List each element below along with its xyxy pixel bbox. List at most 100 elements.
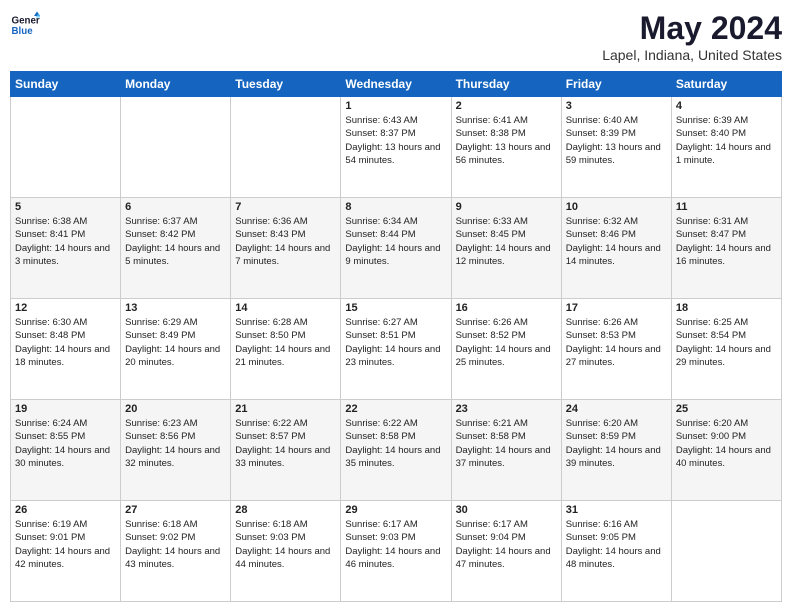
cell-content: Sunrise: 6:43 AMSunset: 8:37 PMDaylight:… [345,114,446,167]
cell-content: Sunrise: 6:29 AMSunset: 8:49 PMDaylight:… [125,316,226,369]
month-title: May 2024 [602,10,782,47]
logo-icon: General Blue [10,10,40,40]
calendar-cell: 31 Sunrise: 6:16 AMSunset: 9:05 PMDayligh… [561,501,671,602]
day-number: 21 [235,403,336,415]
day-number: 24 [566,403,667,415]
cell-content: Sunrise: 6:19 AMSunset: 9:01 PMDaylight:… [15,518,116,571]
cell-content: Sunrise: 6:17 AMSunset: 9:04 PMDaylight:… [456,518,557,571]
day-number: 15 [345,302,446,314]
cell-content: Sunrise: 6:22 AMSunset: 8:58 PMDaylight:… [345,417,446,470]
calendar-cell: 17 Sunrise: 6:26 AMSunset: 8:53 PMDayligh… [561,299,671,400]
day-number: 2 [456,100,557,112]
day-number: 14 [235,302,336,314]
header-row: Sunday Monday Tuesday Wednesday Thursday… [11,72,782,97]
day-number: 4 [676,100,777,112]
cell-content: Sunrise: 6:24 AMSunset: 8:55 PMDaylight:… [15,417,116,470]
calendar-cell: 28Sunrise: 6:18 AMSunset: 9:03 PMDayligh… [231,501,341,602]
cell-content: Sunrise: 6:25 AMSunset: 8:54 PMDaylight:… [676,316,777,369]
cell-content: Sunrise: 6:23 AMSunset: 8:56 PMDaylight:… [125,417,226,470]
calendar-cell: 8Sunrise: 6:34 AMSunset: 8:44 PMDaylight… [341,198,451,299]
calendar-cell: 25 Sunrise: 6:20 AMSunset: 9:00 PMDayligh… [671,400,781,501]
calendar-cell: 4 Sunrise: 6:39 AMSunset: 8:40 PMDaylight… [671,97,781,198]
calendar-cell: 16 Sunrise: 6:26 AMSunset: 8:52 PMDayligh… [451,299,561,400]
cell-content: Sunrise: 6:38 AMSunset: 8:41 PMDaylight:… [15,215,116,268]
cell-content: Sunrise: 6:37 AMSunset: 8:42 PMDaylight:… [125,215,226,268]
cell-content: Sunrise: 6:39 AMSunset: 8:40 PMDaylight:… [676,114,777,167]
calendar-cell: 6 Sunrise: 6:37 AMSunset: 8:42 PMDaylight… [121,198,231,299]
cell-content: Sunrise: 6:33 AMSunset: 8:45 PMDaylight:… [456,215,557,268]
cell-content: Sunrise: 6:27 AMSunset: 8:51 PMDaylight:… [345,316,446,369]
col-wednesday: Wednesday [341,72,451,97]
week-row-4: 19Sunrise: 6:24 AMSunset: 8:55 PMDayligh… [11,400,782,501]
calendar-cell: 26 Sunrise: 6:19 AMSunset: 9:01 PMDayligh… [11,501,121,602]
svg-text:General: General [12,16,41,27]
cell-content: Sunrise: 6:36 AMSunset: 8:43 PMDaylight:… [235,215,336,268]
cell-content: Sunrise: 6:22 AMSunset: 8:57 PMDaylight:… [235,417,336,470]
day-number: 18 [676,302,777,314]
calendar-cell: 3 Sunrise: 6:40 AMSunset: 8:39 PMDaylight… [561,97,671,198]
day-number: 8 [345,201,446,213]
cell-content: Sunrise: 6:17 AMSunset: 9:03 PMDaylight:… [345,518,446,571]
cell-content: Sunrise: 6:18 AMSunset: 9:03 PMDaylight:… [235,518,336,571]
cell-content: Sunrise: 6:41 AMSunset: 8:38 PMDaylight:… [456,114,557,167]
calendar-cell: 27Sunrise: 6:18 AMSunset: 9:02 PMDayligh… [121,501,231,602]
day-number: 23 [456,403,557,415]
calendar-cell: 20 Sunrise: 6:23 AMSunset: 8:56 PMDayligh… [121,400,231,501]
day-number: 27 [125,504,226,516]
svg-text:Blue: Blue [12,26,34,37]
day-number: 16 [456,302,557,314]
cell-content: Sunrise: 6:20 AMSunset: 9:00 PMDaylight:… [676,417,777,470]
col-sunday: Sunday [11,72,121,97]
day-number: 5 [15,201,116,213]
day-number: 20 [125,403,226,415]
col-friday: Friday [561,72,671,97]
calendar-cell: 7 Sunrise: 6:36 AMSunset: 8:43 PMDaylight… [231,198,341,299]
location: Lapel, Indiana, United States [602,47,782,63]
week-row-3: 12 Sunrise: 6:30 AMSunset: 8:48 PMDayligh… [11,299,782,400]
calendar-cell: 23Sunrise: 6:21 AMSunset: 8:58 PMDayligh… [451,400,561,501]
cell-content: Sunrise: 6:26 AMSunset: 8:52 PMDaylight:… [456,316,557,369]
cell-content: Sunrise: 6:40 AMSunset: 8:39 PMDaylight:… [566,114,667,167]
cell-content: Sunrise: 6:26 AMSunset: 8:53 PMDaylight:… [566,316,667,369]
week-row-5: 26 Sunrise: 6:19 AMSunset: 9:01 PMDayligh… [11,501,782,602]
calendar-cell [121,97,231,198]
calendar-cell: 14 Sunrise: 6:28 AMSunset: 8:50 PMDayligh… [231,299,341,400]
cell-content: Sunrise: 6:32 AMSunset: 8:46 PMDaylight:… [566,215,667,268]
cell-content: Sunrise: 6:31 AMSunset: 8:47 PMDaylight:… [676,215,777,268]
calendar-cell: 5 Sunrise: 6:38 AMSunset: 8:41 PMDaylight… [11,198,121,299]
day-number: 12 [15,302,116,314]
day-number: 6 [125,201,226,213]
calendar-cell: 1Sunrise: 6:43 AMSunset: 8:37 PMDaylight… [341,97,451,198]
week-row-2: 5 Sunrise: 6:38 AMSunset: 8:41 PMDaylight… [11,198,782,299]
calendar-table: Sunday Monday Tuesday Wednesday Thursday… [10,71,782,602]
day-number: 17 [566,302,667,314]
calendar-cell: 13 Sunrise: 6:29 AMSunset: 8:49 PMDayligh… [121,299,231,400]
day-number: 7 [235,201,336,213]
day-number: 29 [345,504,446,516]
cell-content: Sunrise: 6:28 AMSunset: 8:50 PMDaylight:… [235,316,336,369]
day-number: 9 [456,201,557,213]
cell-content: Sunrise: 6:16 AMSunset: 9:05 PMDaylight:… [566,518,667,571]
day-number: 25 [676,403,777,415]
col-saturday: Saturday [671,72,781,97]
day-number: 30 [456,504,557,516]
col-thursday: Thursday [451,72,561,97]
calendar-cell: 18 Sunrise: 6:25 AMSunset: 8:54 PMDayligh… [671,299,781,400]
day-number: 13 [125,302,226,314]
calendar-cell: 19Sunrise: 6:24 AMSunset: 8:55 PMDayligh… [11,400,121,501]
calendar-cell: 29 Sunrise: 6:17 AMSunset: 9:03 PMDayligh… [341,501,451,602]
day-number: 11 [676,201,777,213]
calendar-cell: 12 Sunrise: 6:30 AMSunset: 8:48 PMDayligh… [11,299,121,400]
calendar-cell: 11 Sunrise: 6:31 AMSunset: 8:47 PMDayligh… [671,198,781,299]
calendar-cell: 10Sunrise: 6:32 AMSunset: 8:46 PMDayligh… [561,198,671,299]
calendar-cell: 30 Sunrise: 6:17 AMSunset: 9:04 PMDayligh… [451,501,561,602]
day-number: 22 [345,403,446,415]
calendar-cell: 9 Sunrise: 6:33 AMSunset: 8:45 PMDaylight… [451,198,561,299]
calendar-cell [11,97,121,198]
cell-content: Sunrise: 6:30 AMSunset: 8:48 PMDaylight:… [15,316,116,369]
logo: General Blue [10,10,40,40]
day-number: 31 [566,504,667,516]
day-number: 3 [566,100,667,112]
calendar-cell: 2 Sunrise: 6:41 AMSunset: 8:38 PMDaylight… [451,97,561,198]
day-number: 26 [15,504,116,516]
